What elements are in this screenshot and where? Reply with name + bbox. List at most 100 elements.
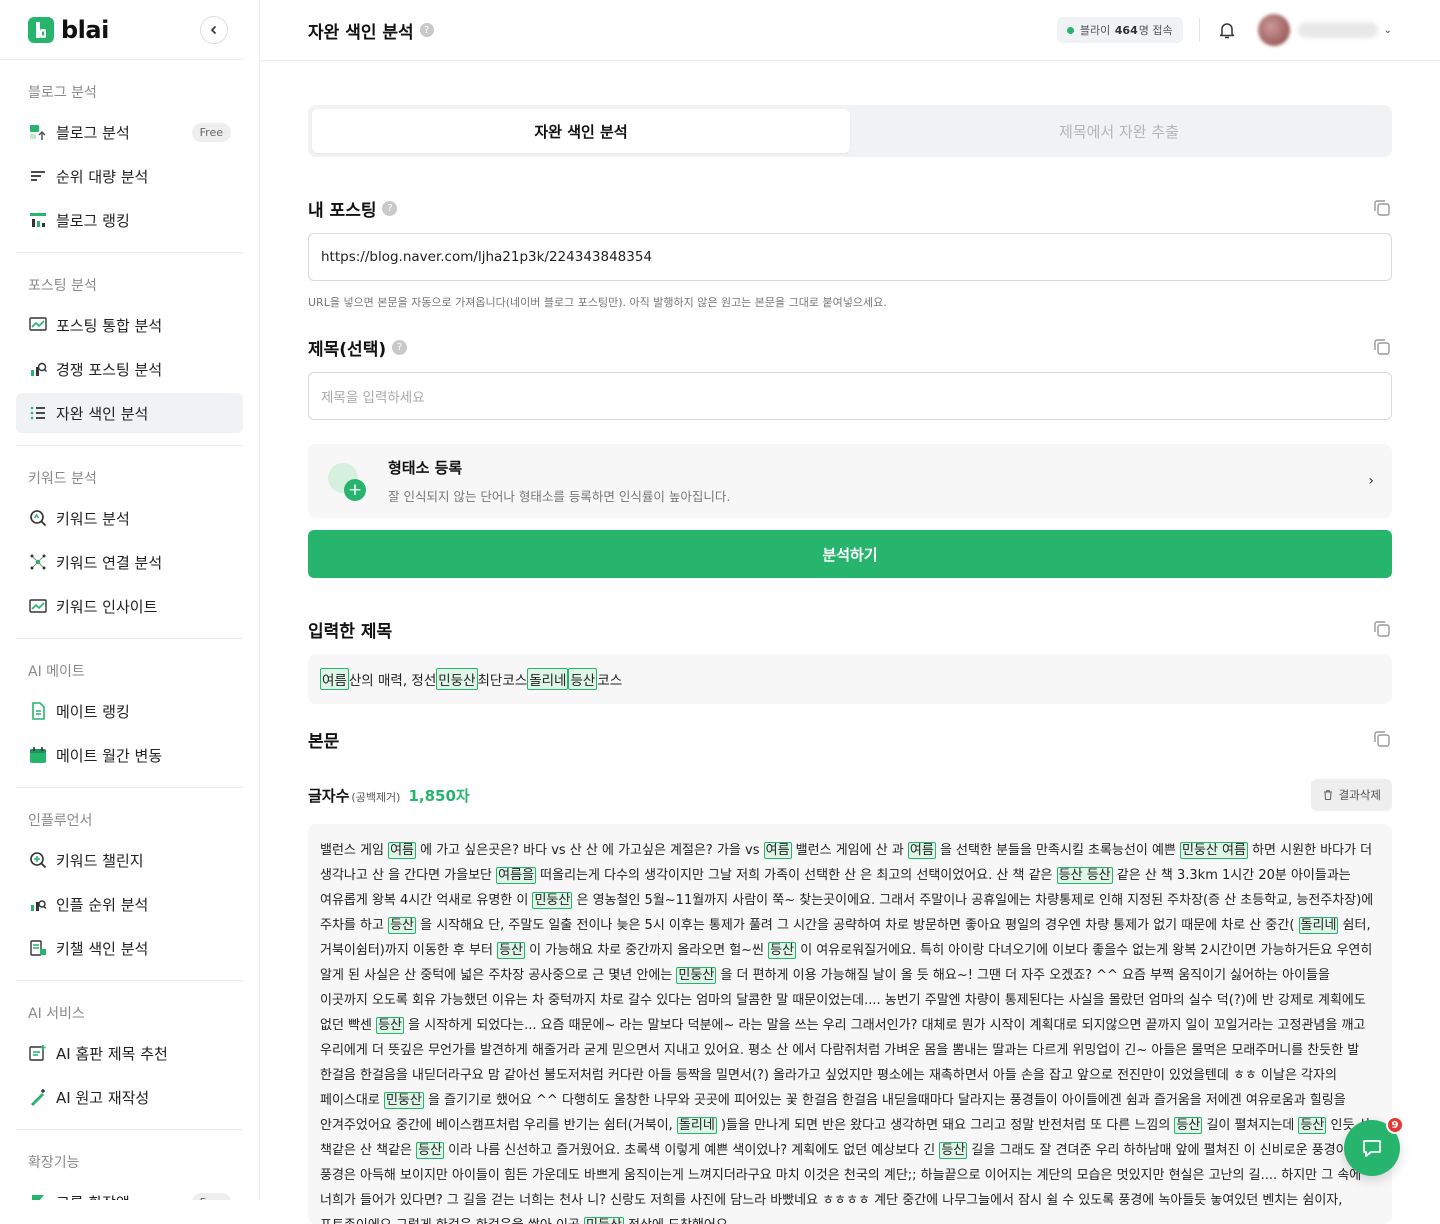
text-segment: 떠올리는게 다수의 생각이지만 그날 저희 가족이 선택한 산 은 최고의 선택… [536, 868, 1057, 883]
sidebar-item[interactable]: 크롬 확장앱 Free [16, 1182, 243, 1200]
sidebar-item-label: 키워드 챌린지 [56, 851, 144, 870]
my-posting-header: 내 포스팅 ? [308, 195, 1392, 221]
text-segment: 을 시작해요 단, 주말도 일출 전이나 늦은 5시 이후는 통제가 풀려 그 … [416, 918, 1299, 933]
sidebar-section-title: AI 메이트 [28, 664, 85, 680]
sidebar-item-label: 키워드 인사이트 [56, 597, 158, 616]
collapse-sidebar-button[interactable] [200, 15, 228, 44]
sidebar-item-label: AI 홈판 제목 추천 [56, 1044, 168, 1063]
copy-icon[interactable] [1372, 729, 1392, 749]
keyword-highlight: 등산 [416, 1142, 445, 1159]
sidebar-item-label: 크롬 확장앱 [56, 1192, 130, 1201]
keyword-highlight: 등산 [497, 942, 526, 959]
sidebar-item-label: 순위 대량 분석 [56, 167, 149, 186]
keyword-highlight: 등산 [939, 1142, 968, 1159]
logo-icon[interactable] [28, 16, 54, 43]
delete-result-label: 결과삭제 [1338, 788, 1381, 802]
text-segment: 이라 나름 신선하고 즐거웠어요. 초록색 이렇게 예쁜 색이었나? 계획에도 … [444, 1143, 940, 1158]
calendar-icon [28, 745, 48, 765]
morpheme-text: 형태소 등록 잘 인식되지 않는 단어나 형태소를 등록하면 인식률이 높아집니… [388, 457, 730, 505]
title-field-header: 제목(선택) ? [308, 334, 1392, 360]
copy-icon[interactable] [1372, 198, 1392, 218]
char-count-label: 글자수 (공백제거) [308, 785, 400, 806]
posting-integrated-icon [28, 315, 48, 335]
sidebar-item[interactable]: 경쟁 포스팅 분석 [16, 349, 243, 389]
sidebar-item[interactable]: 키워드 인사이트 [16, 586, 243, 626]
tab-index-analysis[interactable]: 자완 색인 분석 [312, 109, 850, 153]
entered-title-header: 입력한 제목 [308, 616, 1392, 642]
posting-url-input[interactable]: https://blog.naver.com/ljha21p3k/2243438… [308, 233, 1392, 281]
blog-analysis-icon [28, 122, 48, 142]
sidebar-item-label: 인플 순위 분석 [56, 895, 149, 914]
tab-bar: 자완 색인 분석 제목에서 자완 추출 [308, 105, 1392, 157]
sidebar-section-title: 포스팅 분석 [28, 278, 97, 294]
online-prefix: 블라이 [1079, 24, 1111, 37]
sidebar-item[interactable]: 블로그 분석 Free [16, 112, 243, 152]
sidebar-item[interactable]: 순위 대량 분석 [16, 156, 243, 196]
morpheme-title: 형태소 등록 [388, 459, 463, 477]
chevron-left-icon [210, 25, 217, 34]
sidebar-item[interactable]: 키워드 챌린지 [16, 840, 243, 880]
entered-title-label: 입력한 제목 [308, 621, 393, 642]
text-segment: 최단코스 [477, 673, 528, 689]
sidebar-item[interactable]: 키워드 연결 분석 [16, 542, 243, 582]
sidebar-item[interactable]: 키챌 색인 분석 [16, 928, 243, 968]
tab-title-extract[interactable]: 제목에서 자완 추출 [850, 109, 1388, 153]
sidebar-item[interactable]: 메이트 월간 변동 [16, 735, 243, 775]
blog-ranking-icon [28, 210, 48, 230]
text-segment: 이 가능해요 차로 중간까지 올라오면 헐~씬 [525, 943, 769, 958]
keyword-highlight: 민둥산 [436, 668, 478, 690]
sidebar-item[interactable]: 키워드 분석 [16, 498, 243, 538]
competitor-posting-icon [28, 359, 48, 379]
char-count-title: 글자수 [308, 786, 350, 805]
sidebar-item[interactable]: 블로그 랭킹 [16, 200, 243, 240]
body-label: 본문 [308, 731, 340, 752]
keyword-insight-icon [28, 596, 48, 616]
text-segment: 밸런스 게임에 산 과 [791, 843, 908, 858]
keyword-highlight: 등산 [388, 917, 416, 934]
sidebar-item-label: 메이트 랭킹 [56, 702, 130, 721]
keyword-highlight: 여름을 [496, 867, 537, 884]
delete-result-button[interactable]: 결과삭제 [1310, 779, 1392, 811]
morpheme-register-card[interactable]: + 형태소 등록 잘 인식되지 않는 단어나 형태소를 등록하면 인식률이 높아… [308, 444, 1392, 518]
sidebar-section-title: AI 서비스 [28, 1006, 85, 1022]
sidebar: blai 블로그 분석 블로그 분석 Free 순위 대량 분석 블로그 랭킹 포스팅 분… [0, 0, 260, 1200]
sidebar-section: AI 메이트메이트 랭킹메이트 월간 변동 [16, 639, 243, 788]
free-badge: Free [191, 1192, 231, 1200]
sidebar-item[interactable]: 자완 색인 분석 [16, 393, 243, 433]
sidebar-item[interactable]: AI 홈판 제목 추천 [16, 1033, 243, 1073]
sidebar-section: 블로그 분석 블로그 분석 Free 순위 대량 분석 블로그 랭킹 [16, 60, 243, 253]
text-segment: 밸런스 게임 [320, 843, 389, 858]
keyword-highlight: 민둥산 여름 [1180, 842, 1248, 859]
posting-hint: URL을 넣으면 본문을 자동으로 가져옵니다(네이버 블로그 포스팅만). 아… [308, 296, 887, 309]
logo-row: blai [0, 0, 244, 60]
copy-icon[interactable] [1372, 619, 1392, 639]
info-icon[interactable]: ? [382, 200, 398, 216]
username-blurred[interactable] [1297, 22, 1378, 38]
sidebar-item[interactable]: 포스팅 통합 분석 [16, 305, 243, 345]
text-segment: 산의 매력, 정선 [348, 673, 437, 689]
sidebar-section: 키워드 분석 키워드 분석 키워드 연결 분석 키워드 인사이트 [16, 446, 243, 639]
chevron-right-icon[interactable]: › [1368, 473, 1374, 489]
chevron-down-icon[interactable]: ⌄ [1384, 25, 1392, 36]
text-segment: )들을 만나게 되면 반은 왔다고 생각하면 돼요 그리고 정말 반전처럼 또 … [716, 1118, 1175, 1133]
keyword-highlight: 여름 [320, 668, 349, 690]
sidebar-item[interactable]: 인플 순위 분석 [16, 884, 243, 924]
analyze-button[interactable]: 분석하기 [308, 530, 1392, 578]
influencer-rank-icon [28, 894, 48, 914]
keyword-highlight: 등산 [768, 942, 797, 959]
sidebar-section-title: 확장기능 [28, 1155, 80, 1171]
avatar[interactable] [1257, 14, 1290, 46]
bell-icon[interactable] [1216, 19, 1238, 41]
info-icon[interactable]: ? [392, 339, 408, 355]
char-count-row: 글자수 (공백제거) 1,850자 결과삭제 [308, 779, 1392, 811]
ai-title-icon [28, 1043, 48, 1063]
title-input[interactable]: 제목을 입력하세요 [308, 372, 1392, 420]
logo-text[interactable]: blai [61, 16, 109, 44]
info-icon[interactable]: ? [419, 23, 434, 37]
online-dot-icon [1066, 26, 1074, 34]
sidebar-item[interactable]: 메이트 랭킹 [16, 691, 243, 731]
copy-icon[interactable] [1372, 337, 1392, 357]
keyword-highlight: 민둥산 [676, 967, 717, 984]
sidebar-item[interactable]: AI 원고 재작성 [16, 1077, 243, 1117]
sidebar-item-label: 경쟁 포스팅 분석 [56, 360, 163, 379]
